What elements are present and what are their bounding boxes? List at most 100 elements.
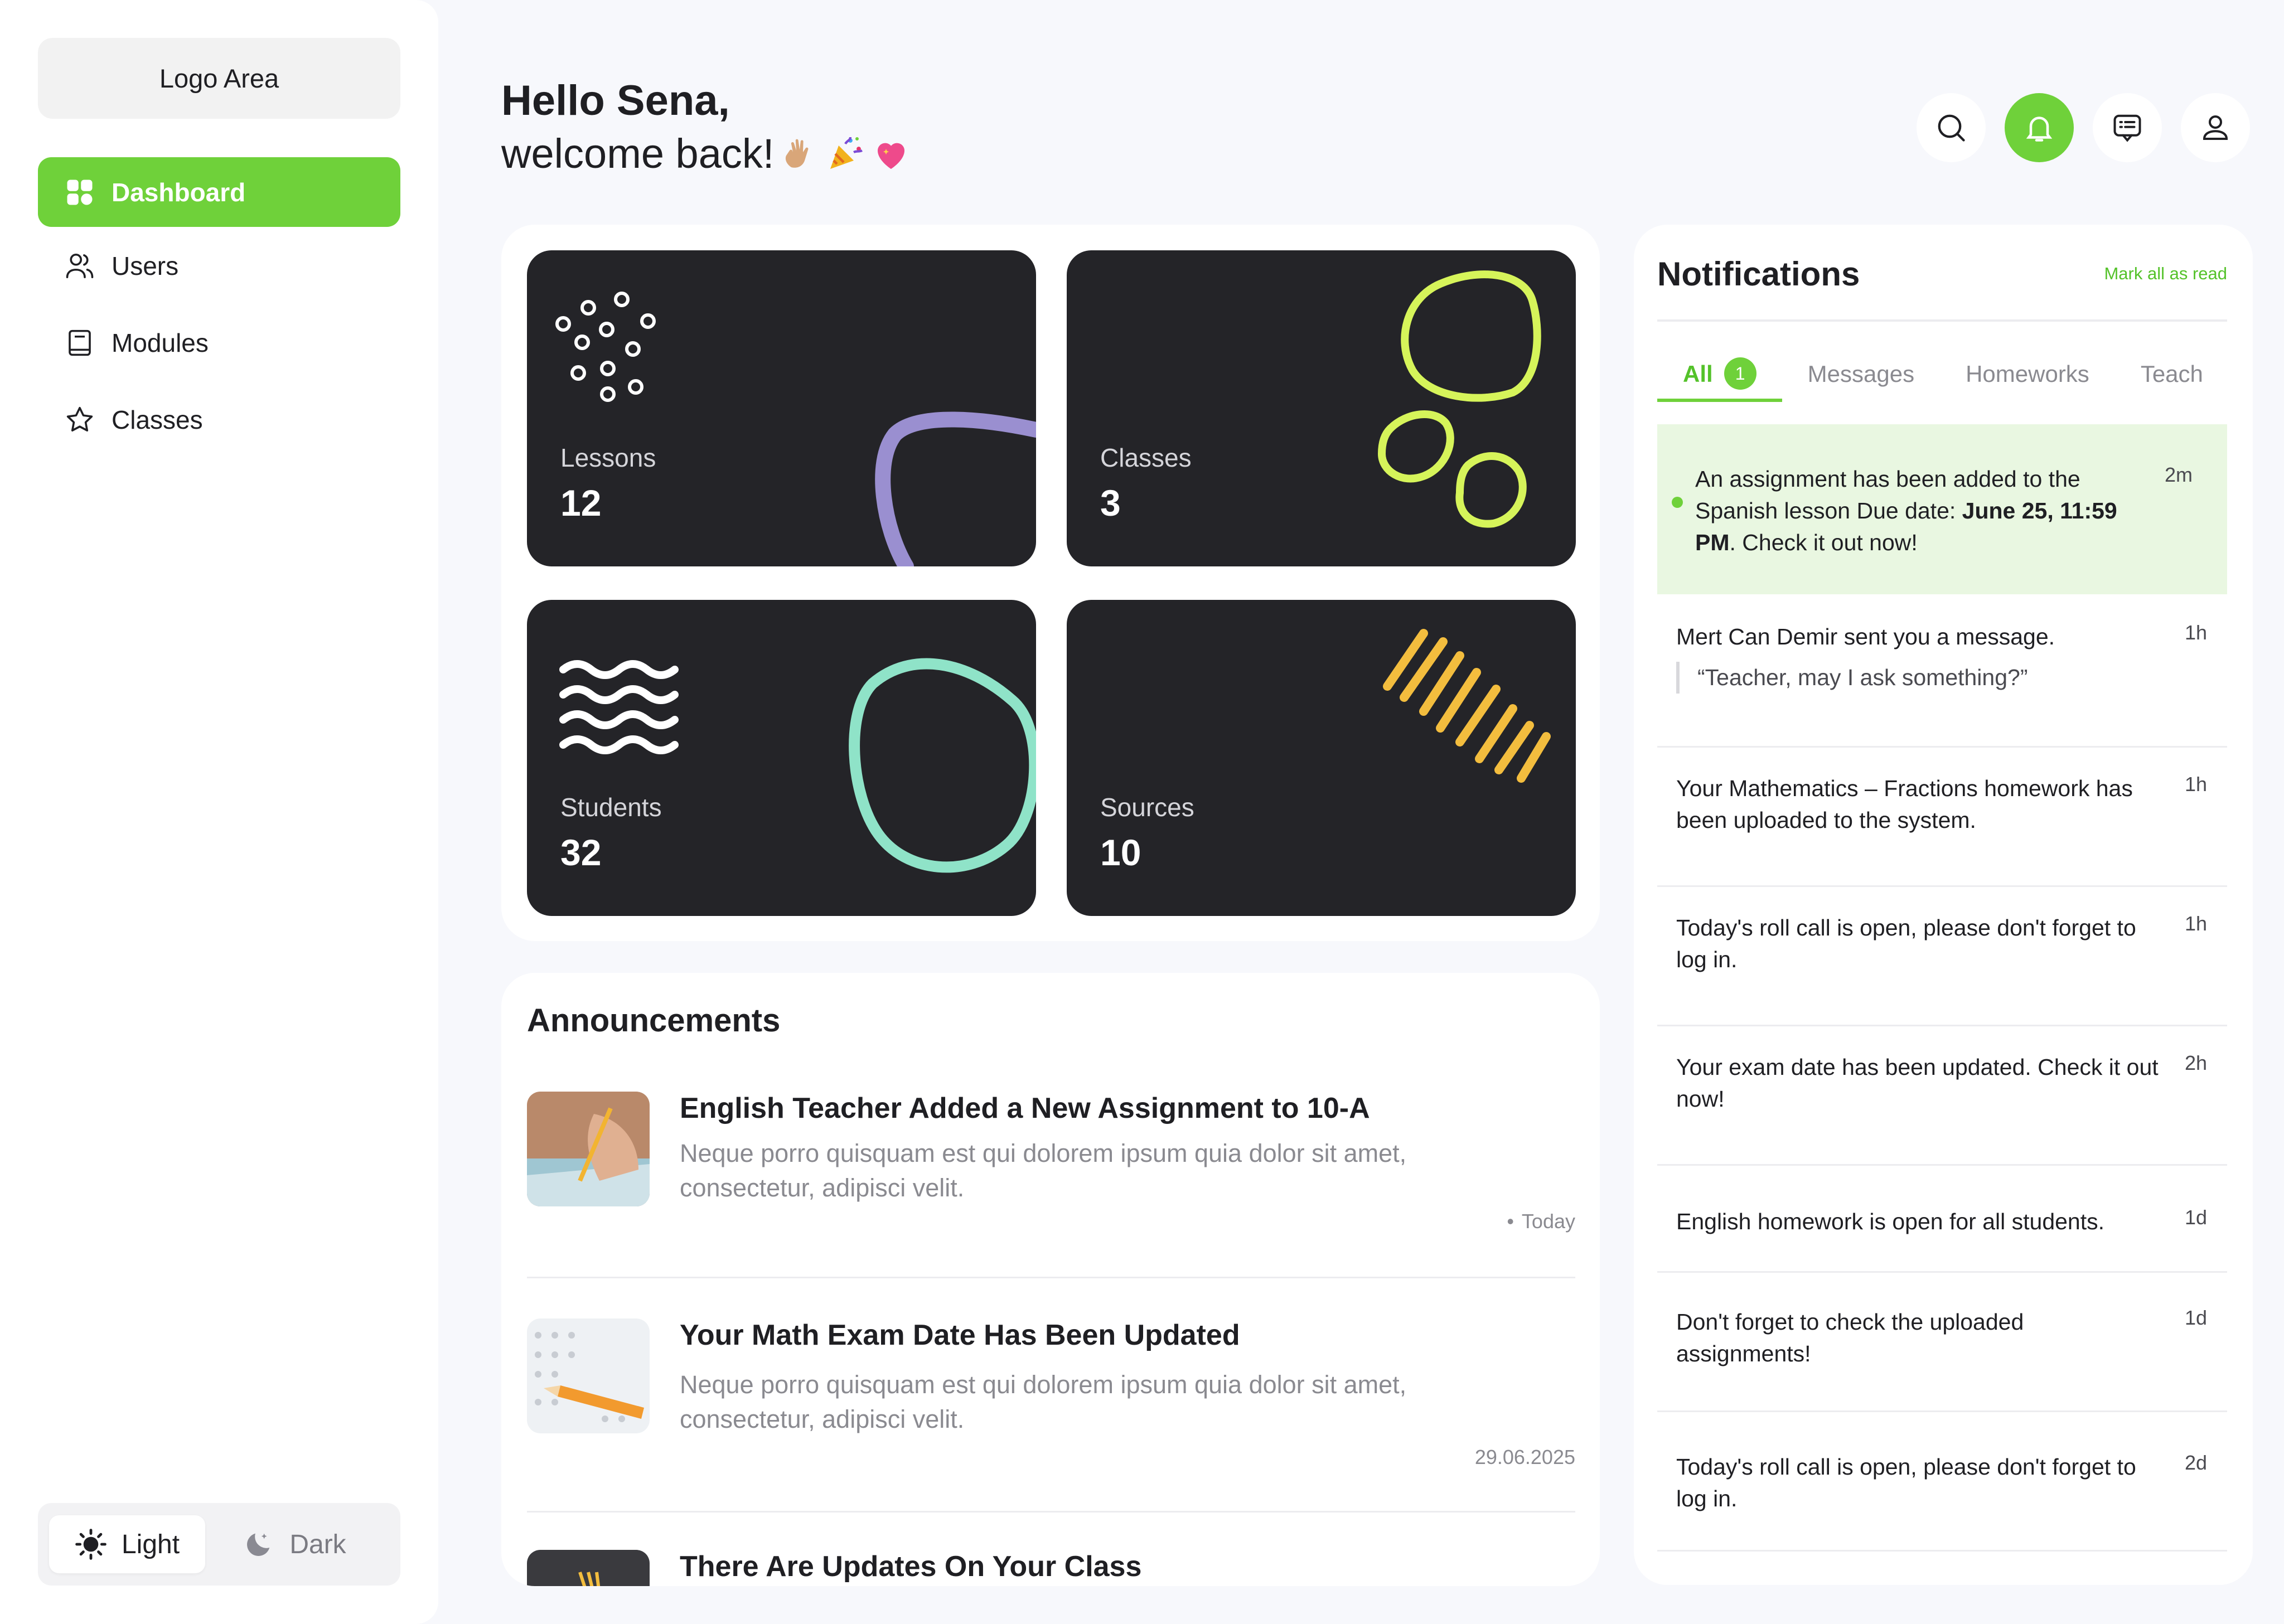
- notification-item[interactable]: Mert Can Demir sent you a message. “Teac…: [1657, 594, 2227, 748]
- notification-text: Don't forget to check the uploaded assig…: [1676, 1309, 2024, 1366]
- sidebar-item-dashboard[interactable]: Dashboard: [38, 157, 400, 227]
- announcement-body: Neque porro quisquam est qui dolorem ips…: [680, 1370, 1407, 1433]
- stats-panel: Lessons 12 Classes 3 Students 32 Sources…: [501, 225, 1600, 941]
- stat-card-classes[interactable]: Classes 3: [1067, 250, 1576, 566]
- sidebar-item-label: Modules: [112, 328, 209, 357]
- notification-item[interactable]: English homework is open for all student…: [1657, 1166, 2227, 1273]
- theme-dark-button[interactable]: Dark: [216, 1515, 372, 1573]
- notification-time: 1d: [2184, 1206, 2207, 1229]
- announcement-title: There Are Updates On Your Class: [680, 1550, 1142, 1583]
- greeting-title: Hello Sena,: [501, 77, 730, 124]
- sidebar-item-label: Dashboard: [112, 177, 246, 207]
- notification-text: Mert Can Demir sent you a message.: [1676, 624, 2055, 649]
- profile-icon: [2203, 115, 2228, 140]
- announcement-thumbnail: [527, 1092, 650, 1206]
- stat-label: Students: [560, 793, 662, 822]
- greeting: Hello Sena, welcome back!: [501, 76, 911, 182]
- header-actions: [1917, 93, 2250, 162]
- announcement-thumbnail: [527, 1550, 650, 1586]
- notification-text: Today's roll call is open, please don't …: [1676, 1454, 2136, 1511]
- announcements-panel: Announcements English Teacher Added a Ne…: [501, 973, 1600, 1586]
- stat-value: 10: [1100, 832, 1141, 873]
- notification-text: Your Mathematics – Fractions homework ha…: [1676, 775, 2133, 833]
- search-button[interactable]: [1917, 93, 1986, 162]
- notification-time: 1h: [2184, 773, 2207, 796]
- waves-decoration-icon: [559, 658, 1036, 873]
- notification-text: An assignment has been added to the Span…: [1695, 463, 2152, 559]
- sidebar: Logo Area Dashboard Users Modules Classe…: [0, 0, 438, 1624]
- blob-decoration-icon: [1378, 270, 1541, 528]
- search-icon: [1938, 114, 1965, 142]
- tab-teach[interactable]: Teach: [2115, 353, 2229, 402]
- notification-text: Your exam date has been updated. Check i…: [1676, 1054, 2159, 1112]
- book-icon: [69, 329, 91, 356]
- notification-time: 1h: [2184, 912, 2207, 935]
- notifications-button[interactable]: [2005, 93, 2074, 162]
- stat-label: Classes: [1100, 443, 1192, 472]
- notification-item[interactable]: Today's roll call is open, please don't …: [1657, 887, 2227, 1026]
- dots-decoration-icon: [555, 292, 1036, 566]
- stat-card-lessons[interactable]: Lessons 12: [527, 250, 1036, 566]
- notification-item[interactable]: Your exam date has been updated. Check i…: [1657, 1026, 2227, 1166]
- users-icon: [66, 253, 94, 279]
- sidebar-item-label: Users: [112, 251, 179, 280]
- announcement-title: English Teacher Added a New Assignment t…: [680, 1092, 1370, 1124]
- divider: [1657, 319, 2227, 322]
- tab-label: Teach: [2140, 361, 2203, 387]
- bell-icon: [2026, 117, 2053, 142]
- notification-item[interactable]: An assignment has been added to the Span…: [1657, 424, 2227, 594]
- stat-value: 32: [560, 832, 602, 873]
- stat-label: Lessons: [560, 443, 656, 472]
- notification-text-part: . Check it out now!: [1729, 530, 1918, 555]
- star-icon: [66, 406, 93, 432]
- tab-label: Homeworks: [1966, 361, 2089, 387]
- tab-all[interactable]: All 1: [1657, 353, 1782, 402]
- tab-messages[interactable]: Messages: [1782, 353, 1940, 402]
- profile-button[interactable]: [2181, 93, 2250, 162]
- announcement-item[interactable]: English Teacher Added a New Assignment t…: [527, 1092, 1575, 1237]
- sidebar-nav: Dashboard Users Modules Classes: [38, 157, 400, 464]
- announcement-thumbnail: [527, 1318, 650, 1433]
- grid-icon: [67, 180, 93, 205]
- notification-item[interactable]: Today's roll call is open, please don't …: [1657, 1412, 2227, 1552]
- tab-label: Messages: [1807, 361, 1915, 387]
- mark-all-read-link[interactable]: Mark all as read: [2104, 264, 2227, 284]
- sidebar-item-modules[interactable]: Modules: [38, 305, 400, 381]
- announcement-item[interactable]: Your Math Exam Date Has Been Updated Neq…: [527, 1318, 1575, 1486]
- notification-time: 1h: [2184, 621, 2207, 644]
- notification-time: 2m: [2164, 463, 2193, 486]
- announcement-item[interactable]: There Are Updates On Your Class: [527, 1550, 1575, 1586]
- sidebar-item-users[interactable]: Users: [38, 228, 400, 304]
- announcement-title: Your Math Exam Date Has Been Updated: [680, 1319, 1240, 1351]
- notification-item[interactable]: Your Mathematics – Fractions homework ha…: [1657, 748, 2227, 887]
- theme-toggle: Light Dark: [38, 1503, 400, 1586]
- announcement-date: • Today: [1507, 1210, 1575, 1233]
- notifications-panel: Notifications Mark all as read All 1 Mes…: [1634, 225, 2253, 1585]
- message-quote: “Teacher, may I ask something?”: [1676, 662, 2227, 694]
- sparkling-heart-icon: [878, 143, 905, 169]
- notification-text: English homework is open for all student…: [1676, 1209, 2105, 1234]
- unread-dot: [1672, 497, 1683, 508]
- notification-time: 1d: [2184, 1306, 2207, 1329]
- tab-homeworks[interactable]: Homeworks: [1940, 353, 2115, 402]
- notifications-title: Notifications: [1657, 255, 1860, 293]
- theme-light-button[interactable]: Light: [49, 1515, 205, 1573]
- notification-item[interactable]: Don't forget to check the uploaded assig…: [1657, 1273, 2227, 1412]
- moon-icon: [247, 1533, 270, 1556]
- sun-icon: [75, 1529, 107, 1560]
- party-popper-icon: [830, 137, 863, 169]
- theme-dark-label: Dark: [289, 1529, 346, 1559]
- logo-area: Logo Area: [38, 38, 400, 119]
- stat-value: 12: [560, 482, 602, 523]
- sidebar-item-classes[interactable]: Classes: [38, 382, 400, 458]
- stat-card-students[interactable]: Students 32: [527, 600, 1036, 916]
- notification-time: 2d: [2184, 1451, 2207, 1474]
- messages-button[interactable]: [2093, 93, 2162, 162]
- greeting-subtitle: welcome back!: [501, 126, 911, 182]
- announcement-body: Neque porro quisquam est qui dolorem ips…: [680, 1139, 1407, 1202]
- wave-hand-icon: [786, 139, 809, 168]
- theme-light-label: Light: [121, 1529, 180, 1559]
- stat-value: 3: [1100, 482, 1121, 523]
- stat-card-sources[interactable]: Sources 10: [1067, 600, 1576, 916]
- announcement-date: 29.06.2025: [1474, 1446, 1575, 1468]
